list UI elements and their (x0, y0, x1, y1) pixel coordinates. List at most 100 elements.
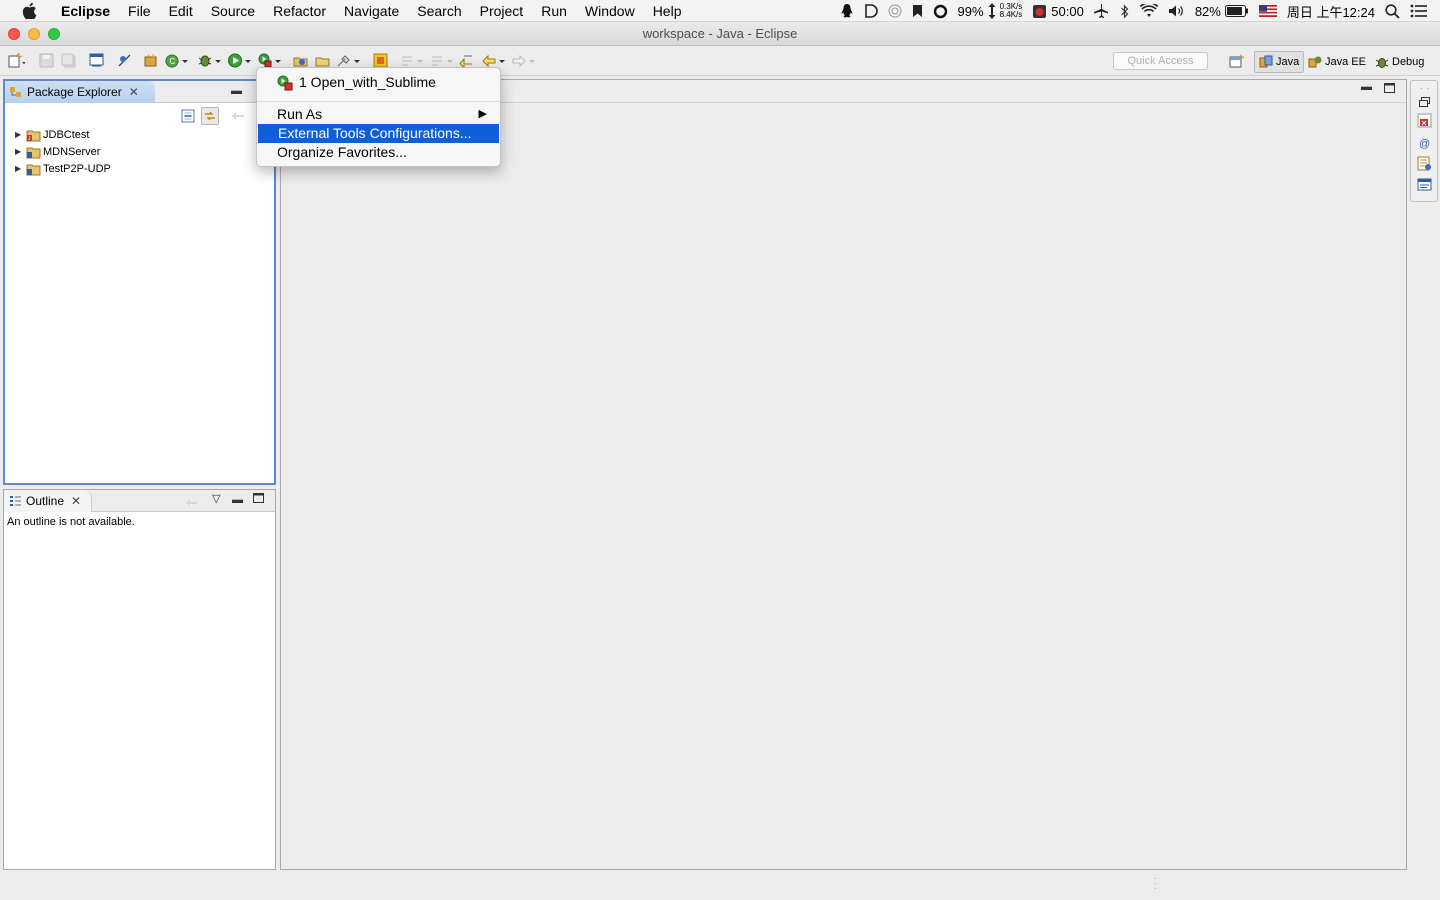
open-console-icon[interactable] (88, 53, 105, 68)
close-tab-icon[interactable]: ✕ (129, 85, 139, 99)
debug-icon[interactable] (198, 53, 222, 68)
menu-file[interactable]: File (119, 0, 160, 22)
submenu-arrow-icon: ▶ (478, 108, 487, 120)
problems-view-icon[interactable] (1417, 113, 1432, 131)
status-area: 99% 0.3K/s 8.4K/s 50:00 82% 周日 上午12:24 (840, 0, 1440, 22)
input-source-flag-icon[interactable] (1258, 5, 1277, 17)
ring-indicator-icon[interactable] (933, 4, 948, 19)
menu-item-external-tools-configurations[interactable]: External Tools Configurations... (258, 124, 499, 143)
close-window-button[interactable] (8, 28, 20, 40)
spotlight-search-icon[interactable] (1385, 3, 1400, 19)
menu-item-label: External Tools Configurations... (278, 125, 472, 141)
status-bar-grip-icon[interactable]: · · · (1154, 875, 1157, 893)
search-flashlight-icon[interactable] (336, 53, 362, 68)
save-all-icon[interactable] (60, 53, 77, 68)
qq-penguin-icon[interactable] (840, 3, 854, 19)
main-toolbar: C Quick Access Java Java EE Debug (0, 46, 1440, 76)
close-tab-icon[interactable]: ✕ (71, 494, 81, 508)
perspective-java-ee[interactable]: Java EE (1304, 51, 1370, 73)
tree-item-project[interactable]: ▶ MDNServer (15, 143, 100, 160)
declaration-view-icon[interactable] (1417, 156, 1432, 174)
battery-icon[interactable] (1224, 5, 1249, 17)
clock-circle-icon[interactable] (888, 4, 902, 18)
datetime-clock[interactable]: 周日 上午12:24 (1287, 2, 1375, 21)
perspective-debug[interactable]: Debug (1371, 51, 1428, 73)
open-perspective-icon[interactable] (1228, 54, 1245, 69)
restore-views-icon[interactable] (1419, 95, 1430, 110)
menu-item-open-with-sublime[interactable]: 1 Open_with_Sublime (257, 73, 500, 92)
menu-help[interactable]: Help (644, 0, 691, 22)
bookmark-icon[interactable] (912, 4, 923, 18)
airplane-icon[interactable] (1093, 4, 1110, 18)
menu-window[interactable]: Window (576, 0, 644, 22)
svg-text:C: C (170, 57, 176, 66)
minimize-view-icon[interactable]: ▬ (231, 85, 242, 97)
new-java-package-icon[interactable] (142, 53, 159, 68)
expand-triangle-icon[interactable]: ▶ (15, 147, 23, 156)
tree-item-project[interactable]: ▶ J JDBCtest (15, 126, 89, 143)
tab-outline[interactable]: Outline ✕ (4, 490, 92, 512)
toggle-mark-occurrences-icon[interactable] (372, 53, 389, 68)
open-type-icon[interactable] (292, 53, 309, 68)
run-icon[interactable] (228, 53, 252, 68)
open-task-icon[interactable] (314, 53, 331, 68)
menu-navigate[interactable]: Navigate (335, 0, 408, 22)
minimize-window-button[interactable] (28, 28, 40, 40)
menu-project[interactable]: Project (471, 0, 533, 22)
d-app-icon[interactable] (864, 4, 878, 18)
perspective-java[interactable]: Java (1254, 51, 1305, 73)
menu-item-label: 1 Open_with_Sublime (299, 74, 436, 90)
collapse-all-icon[interactable] (181, 109, 195, 126)
tab-package-explorer[interactable]: Package Explorer ✕ (5, 81, 155, 103)
volume-icon[interactable] (1168, 4, 1185, 18)
view-menu-chevron-icon[interactable]: ▽ (212, 492, 220, 505)
menu-search[interactable]: Search (408, 0, 470, 22)
new-wizard-icon[interactable] (8, 53, 26, 68)
pomodoro-icon[interactable] (1032, 4, 1047, 19)
notification-center-icon[interactable] (1410, 4, 1428, 18)
next-annotation-icon[interactable] (400, 53, 426, 68)
console-view-icon[interactable] (1417, 178, 1432, 196)
zoom-window-button[interactable] (48, 28, 60, 40)
previous-annotation-icon[interactable] (430, 53, 456, 68)
forward-arrow-icon[interactable] (512, 53, 536, 68)
editor-area: ▬ (280, 79, 1407, 870)
battery-percent: 82% (1194, 3, 1221, 19)
bluetooth-icon[interactable] (1120, 4, 1130, 19)
external-tools-icon[interactable] (258, 53, 282, 68)
skip-breakpoints-icon[interactable] (116, 53, 133, 68)
package-explorer-icon (10, 87, 21, 97)
menu-refactor[interactable]: Refactor (264, 0, 335, 22)
tree-item-project[interactable]: ▶ TestP2P-UDP (15, 160, 111, 177)
maximize-editor-icon[interactable] (1384, 83, 1395, 96)
apple-menu-icon[interactable] (18, 2, 40, 19)
app-menu[interactable]: Eclipse (52, 0, 119, 22)
menu-item-organize-favorites[interactable]: Organize Favorites... (257, 143, 500, 162)
perspective-java-label: Java (1276, 56, 1300, 68)
wifi-icon[interactable] (1139, 4, 1158, 18)
sync-outline-icon[interactable] (185, 495, 198, 510)
macos-menubar: Eclipse File Edit Source Refactor Naviga… (0, 0, 1440, 22)
menu-run[interactable]: Run (532, 0, 576, 22)
menu-item-run-as[interactable]: Run As ▶ (257, 105, 500, 124)
new-java-class-icon[interactable]: C (165, 53, 189, 68)
timer-text[interactable]: 50:00 (1051, 4, 1084, 19)
back-arrow-icon[interactable] (482, 53, 506, 68)
save-icon[interactable] (38, 53, 55, 68)
maximize-view-icon[interactable] (253, 493, 264, 506)
menu-source[interactable]: Source (202, 0, 264, 22)
quick-access-field[interactable]: Quick Access (1113, 52, 1208, 70)
minimize-editor-icon[interactable]: ▬ (1361, 81, 1372, 93)
last-edit-location-icon[interactable] (458, 53, 475, 70)
expand-triangle-icon[interactable]: ▶ (15, 130, 23, 139)
menu-edit[interactable]: Edit (160, 0, 202, 22)
project-label: MDNServer (43, 145, 101, 158)
project-label: TestP2P-UDP (43, 162, 111, 175)
expand-triangle-icon[interactable]: ▶ (15, 164, 23, 173)
perspective-java-ee-label: Java EE (1325, 56, 1366, 68)
view-menu-icon[interactable] (231, 110, 245, 125)
javadoc-view-icon[interactable]: @ (1418, 136, 1431, 152)
minimize-view-icon[interactable]: ▬ (232, 494, 243, 506)
outline-view: Outline ✕ ▽ ▬ An outline is not availabl… (3, 489, 276, 870)
link-with-editor-icon[interactable] (201, 107, 219, 125)
